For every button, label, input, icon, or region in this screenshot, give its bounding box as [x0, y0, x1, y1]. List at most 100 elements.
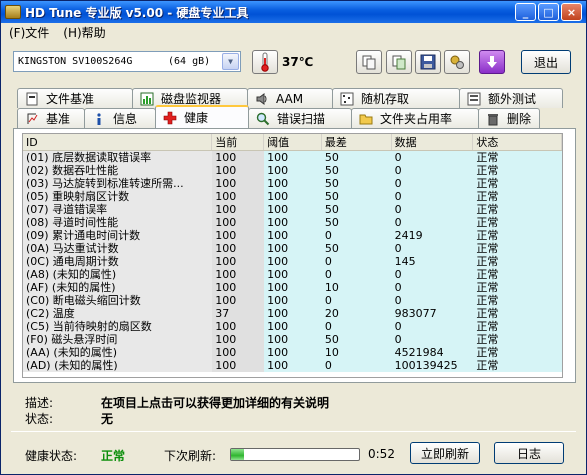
exit-button[interactable]: 退出 — [521, 50, 571, 74]
folder-icon — [358, 111, 374, 127]
raw-data-cell: 0 — [391, 242, 474, 255]
raw-data-cell: 0 — [391, 216, 474, 229]
info-icon — [91, 111, 107, 127]
table-row[interactable]: (02) 数据吞吐性能 100 100 50 0 正常 — [23, 164, 562, 177]
drive-select[interactable]: KINGSTON SV100S264G (64 gB) ▼ — [13, 51, 241, 72]
current-value-cell: 100 — [212, 151, 265, 164]
attribute-status-cell: 正常 — [473, 294, 562, 307]
raw-data-cell: 0 — [391, 281, 474, 294]
tab-benchmark[interactable]: 基准 — [17, 108, 85, 128]
menu-file[interactable]: (F)文件 — [9, 24, 49, 41]
attribute-status-cell: 正常 — [473, 229, 562, 242]
table-row[interactable]: (05) 重映射扇区计数 100 100 50 0 正常 — [23, 190, 562, 203]
column-header-threshold[interactable]: 阈值 — [264, 134, 322, 150]
attribute-status-cell: 正常 — [473, 359, 562, 372]
worst-value-cell: 10 — [321, 346, 392, 359]
current-value-cell: 100 — [212, 255, 265, 268]
trash-icon — [485, 111, 501, 127]
threshold-value-cell: 100 — [264, 203, 322, 216]
options-icon[interactable] — [444, 50, 470, 74]
worst-value-cell: 50 — [321, 333, 392, 346]
minimize-button[interactable]: _ — [515, 3, 536, 21]
attribute-id-cell: (C5) 当前待映射的扇区数 — [23, 320, 213, 333]
tab-file-benchmark[interactable]: 文件基准 — [17, 88, 133, 108]
column-header-current[interactable]: 当前 — [212, 134, 265, 150]
attribute-id-cell: (03) 马达旋转到标准转速所需... — [23, 177, 213, 190]
table-row[interactable]: (C0) 断电磁头缩回计数 100 100 0 0 正常 — [23, 294, 562, 307]
file-benchmark-icon — [24, 91, 40, 107]
table-row[interactable]: (08) 寻道时间性能 100 100 50 0 正常 — [23, 216, 562, 229]
raw-data-cell: 2419 — [391, 229, 474, 242]
state-label: 状态: — [25, 412, 54, 426]
smart-attributes-list[interactable]: ID 当前 阈值 最差 数据 状态 (01) 底层数据读取错误率 100 100 50… — [22, 133, 563, 378]
table-row[interactable]: (03) 马达旋转到标准转速所需... 100 100 50 0 正常 — [23, 177, 562, 190]
description-text: 在项目上点击可以获得更加详细的有关说明 — [101, 396, 330, 410]
download-icon[interactable] — [479, 50, 505, 74]
attribute-id-cell: (AD) (未知的属性) — [23, 359, 213, 372]
attribute-id-cell: (AA) (未知的属性) — [23, 346, 213, 359]
attribute-id-cell: (08) 寻道时间性能 — [23, 216, 213, 229]
threshold-value-cell: 100 — [264, 307, 322, 320]
tab-info[interactable]: 信息 — [84, 108, 156, 128]
threshold-value-cell: 100 — [264, 242, 322, 255]
table-row[interactable]: (0C) 通电周期计数 100 100 0 145 正常 — [23, 255, 562, 268]
column-header-status[interactable]: 状态 — [473, 134, 562, 150]
hdd-app-icon — [5, 5, 21, 19]
disk-monitor-icon — [139, 91, 155, 107]
save-icon[interactable] — [415, 50, 441, 74]
tab-row-top: 文件基准 磁盘监视器 AAM 随机存取 额外测试 — [17, 88, 563, 108]
table-row[interactable]: (AA) (未知的属性) 100 100 10 4521984 正常 — [23, 346, 562, 359]
threshold-value-cell: 100 — [264, 333, 322, 346]
current-value-cell: 100 — [212, 203, 265, 216]
copy-info-icon[interactable] — [356, 50, 382, 74]
tab-error-scan[interactable]: 错误扫描 — [248, 108, 352, 128]
chevron-down-icon[interactable]: ▼ — [222, 53, 239, 70]
column-header-id[interactable]: ID — [23, 134, 213, 150]
table-row[interactable]: (F0) 磁头悬浮时间 100 100 50 0 正常 — [23, 333, 562, 346]
table-row[interactable]: (AD) (未知的属性) 100 100 0 100139425 正常 — [23, 359, 562, 372]
raw-data-cell: 0 — [391, 333, 474, 346]
current-value-cell: 100 — [212, 164, 265, 177]
attribute-id-cell: (C2) 温度 — [23, 307, 213, 320]
tab-health[interactable]: 健康 — [155, 105, 249, 128]
refresh-progress-bar — [230, 448, 360, 461]
table-row[interactable]: (C2) 温度 37 100 20 983077 正常 — [23, 307, 562, 320]
close-button[interactable]: × — [561, 3, 582, 21]
refresh-now-button[interactable]: 立即刷新 — [410, 442, 480, 464]
attribute-status-cell: 正常 — [473, 190, 562, 203]
raw-data-cell: 0 — [391, 203, 474, 216]
table-row[interactable]: (09) 累计通电时间计数 100 100 0 2419 正常 — [23, 229, 562, 242]
title-bar[interactable]: HD Tune 专业版 v5.00 - 硬盘专业工具 _ □ × — [1, 1, 586, 23]
attribute-id-cell: (07) 寻道错误率 — [23, 203, 213, 216]
attribute-status-cell: 正常 — [473, 203, 562, 216]
tab-extra-tests[interactable]: 额外测试 — [459, 88, 563, 108]
raw-data-cell: 0 — [391, 164, 474, 177]
menu-help[interactable]: (H)帮助 — [63, 24, 105, 41]
column-header-worst[interactable]: 最差 — [322, 134, 392, 150]
column-header-data[interactable]: 数据 — [392, 134, 474, 150]
maximize-button[interactable]: □ — [538, 3, 559, 21]
tab-folder-usage[interactable]: 文件夹占用率 — [351, 108, 479, 128]
raw-data-cell: 983077 — [391, 307, 474, 320]
list-body: (01) 底层数据读取错误率 100 100 50 0 正常 (02) 数据吞吐性能 100 1… — [23, 151, 562, 372]
raw-data-cell: 0 — [391, 268, 474, 281]
tab-random-access[interactable]: 随机存取 — [332, 88, 460, 108]
tab-erase[interactable]: 删除 — [478, 108, 540, 128]
threshold-value-cell: 100 — [264, 268, 322, 281]
tab-aam[interactable]: AAM — [247, 88, 333, 108]
table-row[interactable]: (A8) (未知的属性) 100 100 0 0 正常 — [23, 268, 562, 281]
table-row[interactable]: (07) 寻道错误率 100 100 50 0 正常 — [23, 203, 562, 216]
thermometer-icon[interactable] — [252, 50, 278, 74]
benchmark-icon — [24, 111, 40, 127]
table-row[interactable]: (0A) 马达重试计数 100 100 50 0 正常 — [23, 242, 562, 255]
attribute-status-cell: 正常 — [473, 151, 562, 164]
tab-row-bottom: 基准 信息 健康 错误扫描 文件夹占用率 删除 — [17, 105, 540, 128]
table-row[interactable]: (AF) (未知的属性) 100 100 10 0 正常 — [23, 281, 562, 294]
worst-value-cell: 50 — [321, 190, 392, 203]
table-row[interactable]: (01) 底层数据读取错误率 100 100 50 0 正常 — [23, 151, 562, 164]
raw-data-cell: 4521984 — [391, 346, 474, 359]
table-row[interactable]: (C5) 当前待映射的扇区数 100 100 0 0 正常 — [23, 320, 562, 333]
copy-screenshot-icon[interactable] — [386, 50, 412, 74]
log-button[interactable]: 日志 — [494, 442, 564, 464]
attribute-id-cell: (01) 底层数据读取错误率 — [23, 151, 213, 164]
